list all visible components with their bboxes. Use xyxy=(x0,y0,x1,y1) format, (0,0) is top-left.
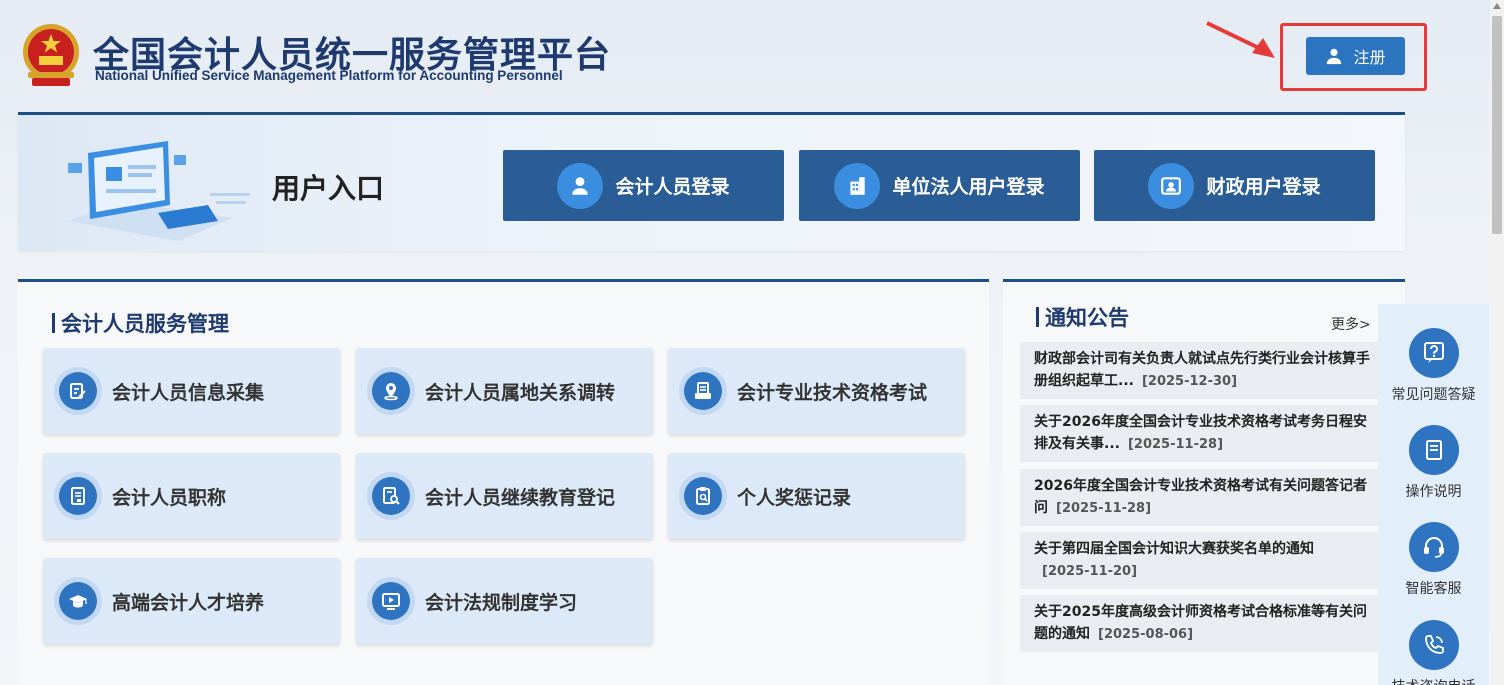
title-bar xyxy=(52,313,55,333)
book-icon xyxy=(1408,425,1459,475)
notice-item[interactable]: 关于第四届全国会计知识大赛获奖名单的通知 [2025-11-20] xyxy=(1020,532,1378,589)
notice-item[interactable]: 财政部会计司有关负责人就试点先行类行业会计核算手册组织起草工... [2025-1… xyxy=(1020,342,1378,399)
person-icon xyxy=(1327,48,1342,65)
user-entry-panel: 用户入口 会计人员登录 单位法人用户登录 财政用户登录 xyxy=(18,112,1405,251)
graduation-cap-icon xyxy=(54,577,102,625)
notice-text: 关于2025年度高级会计师资格考试合格标准等有关问题的通知 xyxy=(1034,604,1367,642)
national-emblem-icon xyxy=(23,24,79,86)
service-label: 会计人员信息采集 xyxy=(112,381,265,404)
service-continuing-education[interactable]: 会计人员继续教育登记 xyxy=(356,453,653,539)
building-icon xyxy=(834,162,881,209)
service-qualification-exam[interactable]: 会计专业技术资格考试 xyxy=(668,348,965,434)
notice-item[interactable]: 关于2026年度全国会计专业技术资格考试考务日程安排及有关事... [2025-1… xyxy=(1020,405,1378,462)
notices-section-title: 通知公告 xyxy=(1036,302,1129,332)
site-header: 全国会计人员统一服务管理平台 National Unified Service … xyxy=(0,0,1490,110)
services-title-text: 会计人员服务管理 xyxy=(61,312,229,336)
notice-date: [2025-11-20] xyxy=(1042,564,1138,579)
red-arrow-annotation xyxy=(1206,21,1275,58)
service-label: 会计人员属地关系调转 xyxy=(425,381,616,404)
exam-icon xyxy=(679,367,727,415)
scroll-up-arrow-icon[interactable] xyxy=(1493,3,1501,9)
smart-support-button[interactable]: 智能客服 xyxy=(1378,522,1489,598)
service-label: 会计人员职称 xyxy=(112,486,227,509)
headset-icon xyxy=(1408,522,1459,572)
play-icon xyxy=(367,577,415,625)
notice-date: [2025-12-30] xyxy=(1141,374,1238,389)
floating-help-toolbar: 常见问题答疑 操作说明 智能客服 技术咨询电话 xyxy=(1378,304,1489,685)
tech-hotline-label: 技术咨询电话 xyxy=(1392,676,1476,685)
service-location-transfer[interactable]: 会计人员属地关系调转 xyxy=(356,348,653,434)
notices-title-text: 通知公告 xyxy=(1045,306,1129,330)
id-card-icon xyxy=(1148,162,1195,209)
finance-user-login-label: 财政用户登录 xyxy=(1206,176,1321,198)
certificate-icon xyxy=(54,472,102,520)
register-button[interactable]: 注册 xyxy=(1306,37,1405,75)
faq-button[interactable]: 常见问题答疑 xyxy=(1378,328,1489,404)
service-label: 会计人员继续教育登记 xyxy=(425,486,616,509)
clipboard-search-icon xyxy=(679,472,727,520)
page-scrollbar[interactable] xyxy=(1490,0,1504,685)
service-talent-training[interactable]: 高端会计人才培养 xyxy=(43,558,340,644)
person-icon xyxy=(557,162,604,209)
services-section-title: 会计人员服务管理 xyxy=(52,308,229,338)
notice-date: [2025-08-06] xyxy=(1098,627,1194,642)
notice-text: 关于第四届全国会计知识大赛获奖名单的通知 xyxy=(1034,541,1314,557)
notice-item[interactable]: 2026年度全国会计专业技术资格考试有关问题答记者问 [2025-11-28] xyxy=(1020,469,1378,526)
more-notices-link[interactable]: 更多> xyxy=(1331,314,1371,334)
question-icon xyxy=(1408,328,1459,378)
service-label: 高端会计人才培养 xyxy=(112,591,265,614)
user-entry-title: 用户入口 xyxy=(272,172,385,205)
legal-entity-login-button[interactable]: 单位法人用户登录 xyxy=(799,150,1080,221)
edit-doc-icon xyxy=(54,367,102,415)
accountant-login-label: 会计人员登录 xyxy=(615,176,730,198)
operation-guide-label: 操作说明 xyxy=(1405,484,1462,500)
phone-icon xyxy=(1408,620,1459,670)
legal-entity-login-label: 单位法人用户登录 xyxy=(892,176,1045,198)
service-label: 个人奖惩记录 xyxy=(737,486,852,509)
operation-guide-button[interactable]: 操作说明 xyxy=(1378,425,1489,501)
notice-date: [2025-11-28] xyxy=(1056,501,1152,516)
service-label: 会计法规制度学习 xyxy=(425,591,578,614)
smart-support-label: 智能客服 xyxy=(1405,581,1462,597)
service-info-collection[interactable]: 会计人员信息采集 xyxy=(43,348,340,434)
service-professional-title[interactable]: 会计人员职称 xyxy=(43,453,340,539)
title-bar xyxy=(1036,307,1039,327)
register-label: 注册 xyxy=(1353,48,1386,67)
location-icon xyxy=(367,367,415,415)
scroll-thumb[interactable] xyxy=(1492,16,1502,234)
site-subtitle: National Unified Service Management Plat… xyxy=(95,68,563,83)
faq-label: 常见问题答疑 xyxy=(1391,387,1476,403)
service-rewards-records[interactable]: 个人奖惩记录 xyxy=(668,453,965,539)
accountant-login-button[interactable]: 会计人员登录 xyxy=(503,150,784,221)
service-regulations-learning[interactable]: 会计法规制度学习 xyxy=(356,558,653,644)
notice-item[interactable]: 关于2025年度高级会计师资格考试合格标准等有关问题的通知 [2025-08-06… xyxy=(1020,595,1378,652)
service-label: 会计专业技术资格考试 xyxy=(737,381,928,404)
tech-hotline-button[interactable]: 技术咨询电话 xyxy=(1378,620,1489,685)
notice-date: [2025-11-28] xyxy=(1127,437,1224,452)
search-doc-icon xyxy=(367,472,415,520)
finance-user-login-button[interactable]: 财政用户登录 xyxy=(1094,150,1375,221)
monitor-illustration-icon xyxy=(68,141,250,241)
